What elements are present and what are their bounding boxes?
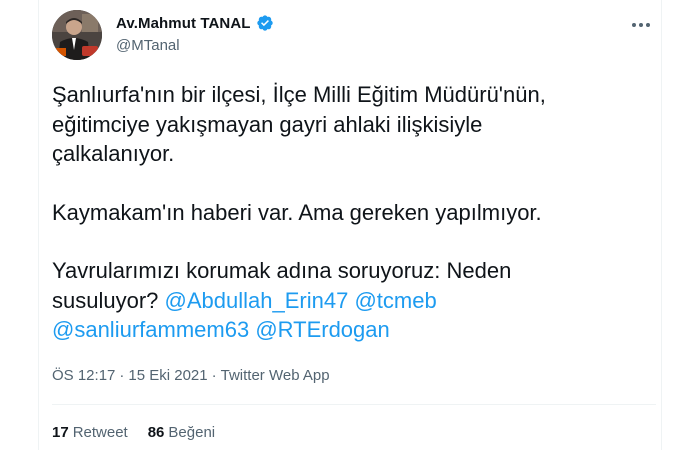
mention-link[interactable]: @RTErdogan [255, 317, 389, 342]
tweet-meta: ÖS 12:17 · 15 Eki 2021 · Twitter Web App [52, 367, 330, 384]
author-name-row: Av.Mahmut TANAL [116, 14, 274, 32]
verified-badge-icon [256, 14, 274, 32]
tweet-date[interactable]: 15 Eki 2021 [128, 367, 207, 384]
tweet-source-app[interactable]: Twitter Web App [221, 367, 330, 384]
avatar[interactable] [52, 10, 102, 60]
more-options-icon [632, 23, 650, 27]
tweet-text-paragraph: Kaymakam'ın haberi var. Ama gereken yapı… [52, 199, 542, 225]
tweet-text-line: susuluyor? [52, 287, 159, 313]
tweet-text-line: Şanlıurfa'nın bir ilçesi, İlçe Milli Eği… [52, 82, 546, 107]
tweet-time[interactable]: ÖS 12:17 [52, 367, 115, 384]
mention-link[interactable]: @tcmeb [354, 288, 436, 313]
tweet-text-line: çalkalanıyor. [52, 141, 175, 166]
likes-label: Beğeni [168, 424, 216, 441]
author-display-name[interactable]: Av.Mahmut TANAL [116, 15, 251, 32]
tweet-text-line: Yavrularımızı korumak adına soruyoruz: N… [52, 258, 512, 283]
more-options-button[interactable] [626, 14, 656, 36]
avatar-image [52, 10, 102, 60]
tweet-text-line: eğitimciye yakışmayan gayri ahlaki ilişk… [52, 111, 483, 137]
tweet-text: Şanlıurfa'nın bir ilçesi, İlçe Milli Eği… [52, 80, 652, 345]
divider [52, 404, 656, 405]
meta-separator: · [119, 367, 125, 384]
mention-link[interactable]: @sanliurfammem63 [52, 317, 249, 342]
meta-separator: · [211, 367, 217, 384]
retweets-stat[interactable]: 17 Retweet [52, 424, 128, 441]
retweets-label: Retweet [72, 424, 128, 441]
tweet-stats: 17 Retweet 86 Beğeni [52, 424, 215, 441]
likes-stat[interactable]: 86 Beğeni [148, 424, 215, 441]
mention-link[interactable]: @Abdullah_Erin47 [165, 288, 349, 313]
likes-count: 86 [147, 424, 165, 441]
author-handle[interactable]: @MTanal [116, 37, 180, 54]
retweets-count: 17 [52, 424, 69, 441]
